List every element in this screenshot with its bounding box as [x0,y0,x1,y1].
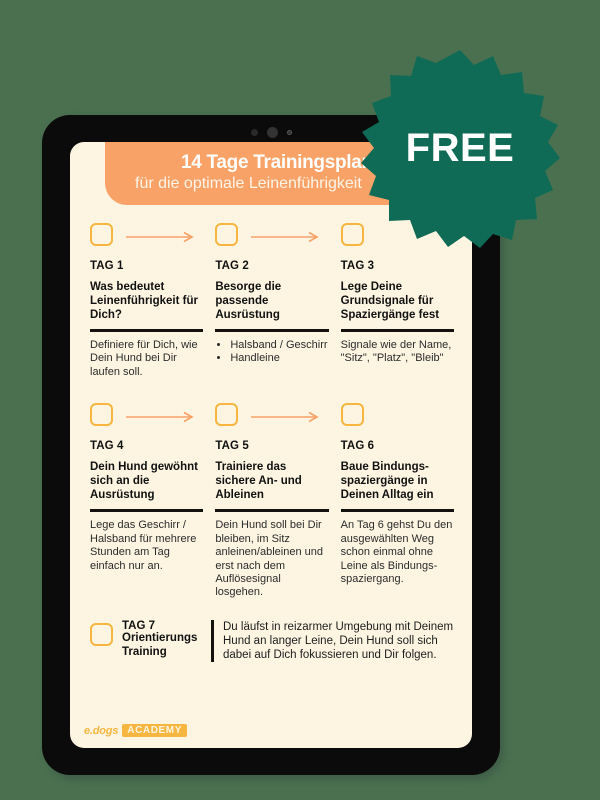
checkbox-day-2[interactable] [215,222,239,246]
checkbox-day-4[interactable] [90,402,113,426]
divider [340,509,454,513]
day-7-labels: TAG 7 Orientierungs Training [122,620,202,660]
divider [340,329,454,333]
day-card-4: TAG 4 Dein Hund gewöhnt sich an die Ausr… [90,399,204,599]
day-body-1: Definiere für Dich, wie Dein Hund bei Di… [90,339,198,378]
divider [215,509,329,513]
day-body-2: Halsband / Geschirr Handleine [215,339,328,366]
arrow-right-icon [251,231,327,243]
day-label-5: TAG 5 [215,440,249,453]
day-card-2: TAG 2 Besorge die passende Ausrüstung Ha… [215,219,329,379]
day-body-4: Lege das Geschirr / Halsband für mehrere… [90,519,197,572]
day-headline-3: Lege Deine Grundsignale für Spaziergänge… [340,281,440,322]
day-label-3: TAG 3 [340,260,375,272]
day-label-7: TAG 7 [122,619,156,632]
day-7-subtitle: Orientierungs Training [122,631,198,658]
day-card-6-header [340,399,454,429]
checkbox-day-1[interactable] [90,222,113,246]
sensor-dot-icon [250,129,258,136]
day-card-5: TAG 5 Trainiere das sichere An- und Able… [215,399,329,599]
day-card-6: TAG 6 Baue Bindungs-spaziergänge in Dein… [340,399,454,599]
free-badge-label: FREE [405,125,515,170]
day-grid-row-2: TAG 4 Dein Hund gewöhnt sich an die Ausr… [70,385,472,599]
checkbox-day-5[interactable] [215,402,239,426]
checkbox-day-7[interactable] [90,622,113,646]
day-body-3: Signale wie der Name, "Sitz", "Platz", "… [340,339,452,365]
day-headline-4: Dein Hund gewöhnt sich an die Ausrüstung [90,461,198,502]
day-headline-5: Trainiere das sichere An- und Ableinen [215,461,302,502]
day-headline-6: Baue Bindungs-spaziergänge in Deinen All… [340,461,434,502]
day-label-4: TAG 4 [90,440,124,453]
divider [90,509,204,513]
day-headline-2: Besorge die passende Ausrüstung [215,281,282,322]
logo-wordmark: e.dogs [84,724,119,737]
day-body-7: Du läufst in reizarmer Umgebung mit Dein… [223,620,454,661]
checkbox-day-6[interactable] [340,402,364,426]
day-body-5: Dein Hund soll bei Dir bleiben, im Sitz … [215,519,323,599]
list-item: Handleine [230,352,328,365]
arrow-right-icon [126,231,202,243]
logo-badge: ACADEMY [122,724,188,737]
day-body-6: An Tag 6 gehst Du den ausgewählten Weg s… [340,519,453,585]
brand-logo: e.dogs ACADEMY [84,724,188,737]
day-label-1: TAG 1 [90,260,124,272]
divider [215,329,329,333]
arrow-right-icon [126,411,202,423]
light-sensor-icon [286,130,292,135]
day-card-4-header [90,399,203,429]
day-card-1: TAG 1 Was bedeutet Leinenführigkeit für … [90,219,204,379]
day-card-1-header [90,219,203,249]
day-label-2: TAG 2 [215,260,249,272]
day-2-bullet-list: Halsband / Geschirr Handleine [215,339,328,366]
free-badge: FREE [360,48,560,248]
day-card-5-header [215,399,328,429]
arrow-right-icon [251,411,327,423]
screenshot-stage: 14 Tage Trainingsplan für die optimale L… [0,0,600,800]
divider [90,329,204,333]
list-item: Halsband / Geschirr [230,339,328,352]
vertical-divider [211,619,214,662]
day-card-7: TAG 7 Orientierungs Training Du läufst i… [90,619,456,662]
day-label-6: TAG 6 [340,440,375,453]
day-headline-1: Was bedeutet Leinenführigkeit für Dich? [90,281,198,322]
camera-lens-icon [266,127,278,138]
day-card-2-header [215,219,328,249]
